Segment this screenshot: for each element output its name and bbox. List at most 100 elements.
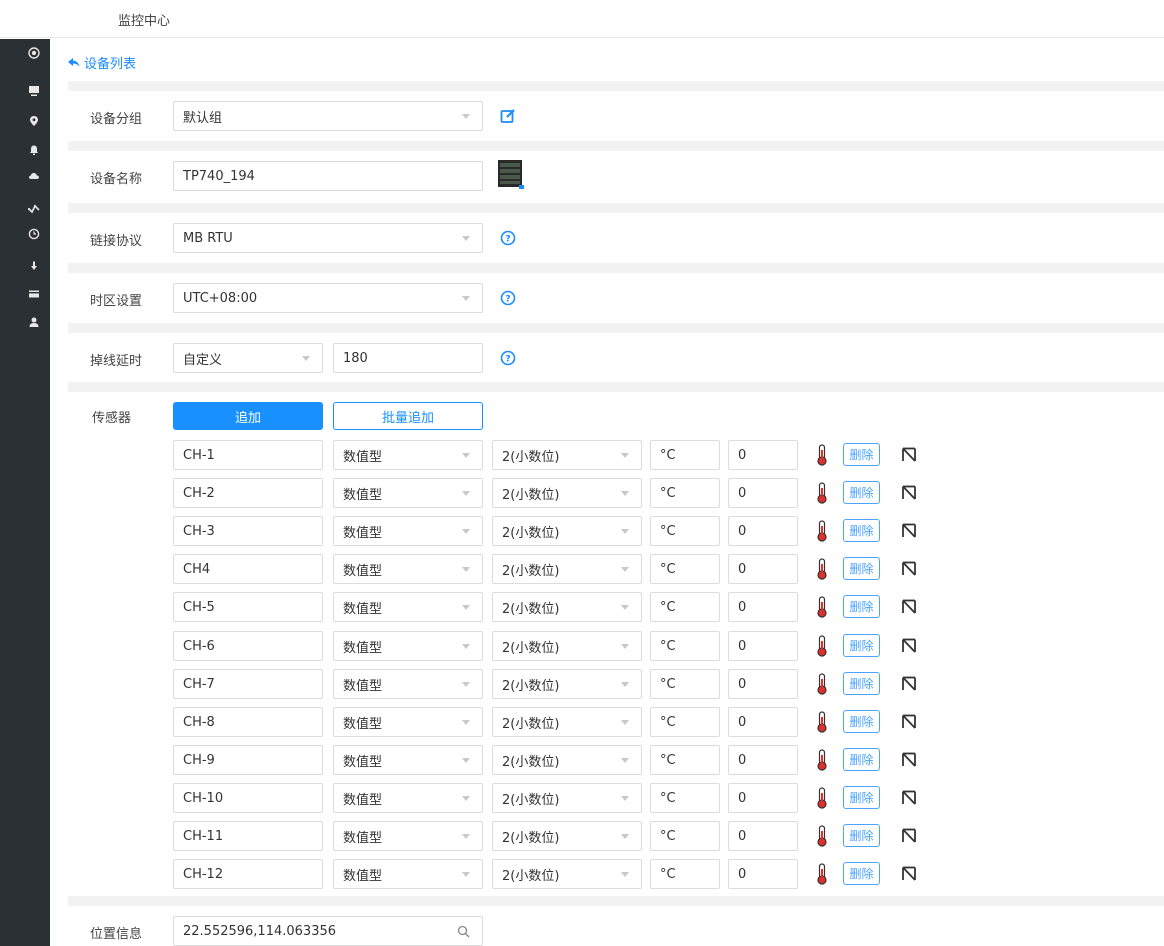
sensor-unit-input[interactable]: °C — [650, 745, 720, 775]
thermometer-icon[interactable] — [816, 749, 828, 771]
thermometer-icon[interactable] — [816, 635, 828, 657]
device-name-input[interactable]: TP740_194 — [173, 161, 483, 191]
thermometer-icon[interactable] — [816, 558, 828, 580]
thermometer-icon[interactable] — [816, 596, 828, 618]
sensor-offset-input[interactable]: 0 — [728, 631, 798, 661]
sensor-decimals-select[interactable]: 2(小数位) — [492, 631, 642, 661]
sidebar-item-cards[interactable] — [0, 282, 50, 306]
thermometer-icon[interactable] — [816, 711, 828, 733]
sensor-offset-input[interactable]: 0 — [728, 592, 798, 622]
sensor-unit-input[interactable]: °C — [650, 592, 720, 622]
device-image-icon[interactable] — [496, 159, 526, 189]
sensor-name-input[interactable]: CH-5 — [173, 592, 323, 622]
timezone-select[interactable]: UTC+08:00 — [173, 283, 483, 313]
sensor-unit-input[interactable]: °C — [650, 821, 720, 851]
sensor-unit-input[interactable]: °C — [650, 707, 720, 737]
sensor-name-input[interactable]: CH-8 — [173, 707, 323, 737]
add-sensor-button[interactable]: 追加 — [173, 402, 323, 430]
sidebar-item-users[interactable] — [0, 310, 50, 334]
sensor-type-select[interactable]: 数值型 — [333, 745, 483, 775]
sensor-name-input[interactable]: CH-10 — [173, 783, 323, 813]
batch-add-sensor-button[interactable]: 批量追加 — [333, 402, 483, 430]
sensor-decimals-select[interactable]: 2(小数位) — [492, 669, 642, 699]
delete-sensor-button[interactable]: 删除 — [843, 557, 880, 580]
thermometer-icon[interactable] — [816, 863, 828, 885]
sensor-type-select[interactable]: 数值型 — [333, 859, 483, 889]
sensor-decimals-select[interactable]: 2(小数位) — [492, 783, 642, 813]
back-to-device-list-link[interactable]: 设备列表 — [68, 53, 136, 72]
sensor-type-select[interactable]: 数值型 — [333, 478, 483, 508]
node-link-icon[interactable] — [900, 865, 918, 883]
edit-icon[interactable] — [500, 108, 516, 124]
sensor-unit-input[interactable]: °C — [650, 783, 720, 813]
delete-sensor-button[interactable]: 删除 — [843, 595, 880, 618]
sensor-name-input[interactable]: CH-2 — [173, 478, 323, 508]
thermometer-icon[interactable] — [816, 444, 828, 466]
node-link-icon[interactable] — [900, 751, 918, 769]
sensor-offset-input[interactable]: 0 — [728, 669, 798, 699]
delete-sensor-button[interactable]: 删除 — [843, 824, 880, 847]
sensor-unit-input[interactable]: °C — [650, 440, 720, 470]
sensor-decimals-select[interactable]: 2(小数位) — [492, 592, 642, 622]
sensor-type-select[interactable]: 数值型 — [333, 669, 483, 699]
sensor-type-select[interactable]: 数值型 — [333, 554, 483, 584]
sensor-unit-input[interactable]: °C — [650, 516, 720, 546]
node-link-icon[interactable] — [900, 446, 918, 464]
node-link-icon[interactable] — [900, 522, 918, 540]
sensor-type-select[interactable]: 数值型 — [333, 707, 483, 737]
node-link-icon[interactable] — [900, 789, 918, 807]
sensor-decimals-select[interactable]: 2(小数位) — [492, 440, 642, 470]
offline-delay-input[interactable]: 180 — [333, 343, 483, 373]
sensor-type-select[interactable]: 数值型 — [333, 821, 483, 851]
sidebar-item-devices[interactable] — [0, 79, 50, 103]
delete-sensor-button[interactable]: 删除 — [843, 786, 880, 809]
node-link-icon[interactable] — [900, 484, 918, 502]
sensor-decimals-select[interactable]: 2(小数位) — [492, 707, 642, 737]
sensor-unit-input[interactable]: °C — [650, 859, 720, 889]
sidebar-item-cloud[interactable] — [0, 164, 50, 188]
sensor-type-select[interactable]: 数值型 — [333, 631, 483, 661]
sensor-type-select[interactable]: 数值型 — [333, 440, 483, 470]
node-link-icon[interactable] — [900, 637, 918, 655]
sensor-name-input[interactable]: CH-1 — [173, 440, 323, 470]
node-link-icon[interactable] — [900, 827, 918, 845]
protocol-select[interactable]: MB RTU — [173, 223, 483, 253]
thermometer-icon[interactable] — [816, 520, 828, 542]
sensor-name-input[interactable]: CH-9 — [173, 745, 323, 775]
sensor-decimals-select[interactable]: 2(小数位) — [492, 554, 642, 584]
delete-sensor-button[interactable]: 删除 — [843, 634, 880, 657]
sidebar-item-map[interactable] — [0, 109, 50, 133]
sensor-unit-input[interactable]: °C — [650, 669, 720, 699]
sensor-offset-input[interactable]: 0 — [728, 516, 798, 546]
thermometer-icon[interactable] — [816, 673, 828, 695]
sidebar-item-alarms[interactable] — [0, 138, 50, 162]
node-link-icon[interactable] — [900, 675, 918, 693]
sensor-name-input[interactable]: CH-7 — [173, 669, 323, 699]
sensor-unit-input[interactable]: °C — [650, 631, 720, 661]
sensor-decimals-select[interactable]: 2(小数位) — [492, 859, 642, 889]
sensor-name-input[interactable]: CH-12 — [173, 859, 323, 889]
delete-sensor-button[interactable]: 删除 — [843, 862, 880, 885]
sensor-type-select[interactable]: 数值型 — [333, 592, 483, 622]
sensor-offset-input[interactable]: 0 — [728, 554, 798, 584]
delete-sensor-button[interactable]: 删除 — [843, 748, 880, 771]
delete-sensor-button[interactable]: 删除 — [843, 481, 880, 504]
node-link-icon[interactable] — [900, 713, 918, 731]
sensor-offset-input[interactable]: 0 — [728, 783, 798, 813]
sensor-decimals-select[interactable]: 2(小数位) — [492, 745, 642, 775]
sensor-name-input[interactable]: CH-3 — [173, 516, 323, 546]
sensor-offset-input[interactable]: 0 — [728, 478, 798, 508]
thermometer-icon[interactable] — [816, 482, 828, 504]
sensor-decimals-select[interactable]: 2(小数位) — [492, 516, 642, 546]
sensor-offset-input[interactable]: 0 — [728, 745, 798, 775]
sensor-offset-input[interactable]: 0 — [728, 821, 798, 851]
offline-delay-mode-select[interactable]: 自定义 — [173, 343, 323, 373]
sidebar-item-history[interactable] — [0, 222, 50, 246]
location-input[interactable]: 22.552596,114.063356 — [173, 916, 483, 946]
help-icon[interactable]: ? — [500, 230, 516, 246]
sensor-offset-input[interactable]: 0 — [728, 707, 798, 737]
sidebar-item-download[interactable] — [0, 254, 50, 278]
delete-sensor-button[interactable]: 删除 — [843, 710, 880, 733]
node-link-icon[interactable] — [900, 598, 918, 616]
sensor-type-select[interactable]: 数值型 — [333, 783, 483, 813]
